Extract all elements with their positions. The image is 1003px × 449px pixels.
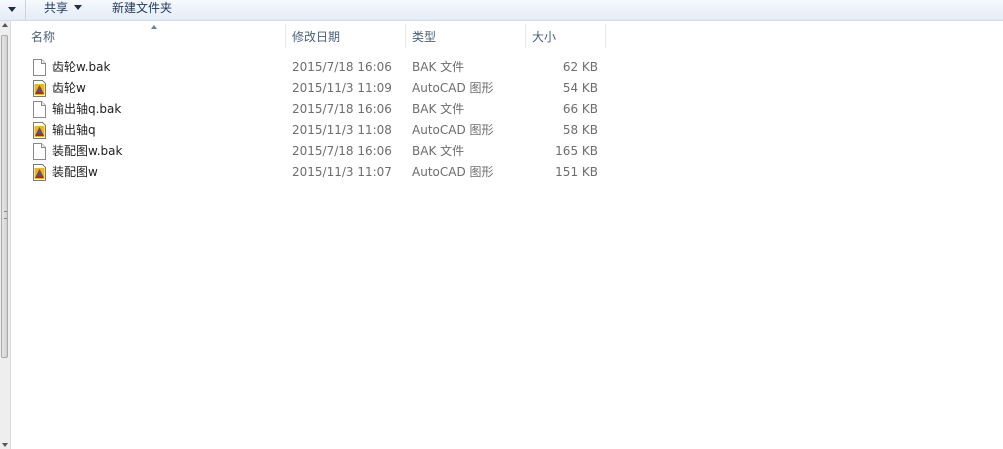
file-name: 输出轴q: [52, 123, 96, 137]
scrollbar-thumb[interactable]: [1, 35, 8, 358]
file-name: 齿轮w: [52, 81, 86, 95]
column-header-type[interactable]: 类型: [406, 24, 526, 48]
file-row[interactable]: 齿轮w.bak 2015/7/18 16:06 BAK 文件 62 KB: [12, 57, 606, 78]
autocad-drawing-icon: [32, 164, 47, 181]
new-folder-button[interactable]: 新建文件夹: [112, 0, 172, 19]
file-name: 输出轴q.bak: [52, 102, 122, 116]
new-folder-label: 新建文件夹: [112, 1, 173, 15]
column-header-name[interactable]: 名称: [12, 24, 286, 48]
share-button[interactable]: 共享: [44, 0, 83, 19]
file-size: 151 KB: [555, 165, 598, 179]
file-name: 装配图w.bak: [52, 144, 123, 158]
command-bar: 共享 新建文件夹: [0, 0, 1003, 21]
file-row[interactable]: 输出轴q 2015/11/3 11:08 AutoCAD 图形 58 KB: [12, 120, 606, 141]
file-type: AutoCAD 图形: [412, 81, 494, 95]
file-list: 齿轮w.bak 2015/7/18 16:06 BAK 文件 62 KB 齿轮w…: [12, 57, 606, 183]
share-label: 共享: [44, 1, 69, 15]
column-header-name-label: 名称: [31, 30, 56, 44]
file-row[interactable]: 装配图w 2015/11/3 11:07 AutoCAD 图形 151 KB: [12, 162, 606, 183]
column-header-size-label: 大小: [532, 30, 557, 44]
blank-file-icon: [32, 143, 47, 160]
scroll-down-arrow-icon[interactable]: [2, 443, 8, 447]
file-size: 54 KB: [562, 81, 598, 95]
scroll-up-arrow-icon[interactable]: [2, 23, 8, 27]
file-type: BAK 文件: [412, 60, 465, 74]
file-date: 2015/7/18 16:06: [292, 60, 392, 74]
file-name: 齿轮w.bak: [52, 60, 111, 74]
file-type: AutoCAD 图形: [412, 165, 494, 179]
column-header-row: 名称 修改日期 类型 大小: [12, 24, 606, 48]
column-header-size[interactable]: 大小: [526, 24, 606, 48]
file-row[interactable]: 输出轴q.bak 2015/7/18 16:06 BAK 文件 66 KB: [12, 99, 606, 120]
file-date: 2015/11/3 11:09: [292, 81, 392, 95]
blank-file-icon: [32, 101, 47, 118]
file-size: 66 KB: [562, 102, 598, 116]
file-size: 62 KB: [562, 60, 598, 74]
grip-icon: [4, 211, 7, 219]
file-type: BAK 文件: [412, 144, 465, 158]
file-date: 2015/7/18 16:06: [292, 144, 392, 158]
organize-dropdown-button[interactable]: [0, 0, 26, 20]
column-header-date[interactable]: 修改日期: [286, 24, 406, 48]
file-date: 2015/11/3 11:07: [292, 165, 392, 179]
autocad-drawing-icon: [32, 80, 47, 97]
file-name: 装配图w: [52, 165, 98, 179]
file-row[interactable]: 装配图w.bak 2015/7/18 16:06 BAK 文件 165 KB: [12, 141, 606, 162]
chevron-down-icon: [8, 7, 16, 12]
file-date: 2015/7/18 16:06: [292, 102, 392, 116]
file-row[interactable]: 齿轮w 2015/11/3 11:09 AutoCAD 图形 54 KB: [12, 78, 606, 99]
file-type: AutoCAD 图形: [412, 123, 494, 137]
file-date: 2015/11/3 11:08: [292, 123, 392, 137]
file-type: BAK 文件: [412, 102, 465, 116]
blank-file-icon: [32, 59, 47, 76]
column-header-type-label: 类型: [412, 30, 437, 44]
file-size: 58 KB: [562, 123, 598, 137]
column-header-date-label: 修改日期: [292, 30, 341, 44]
navigation-pane-scrollbar[interactable]: [0, 21, 11, 449]
file-size: 165 KB: [555, 144, 598, 158]
chevron-down-icon: [74, 5, 83, 10]
autocad-drawing-icon: [32, 122, 47, 139]
